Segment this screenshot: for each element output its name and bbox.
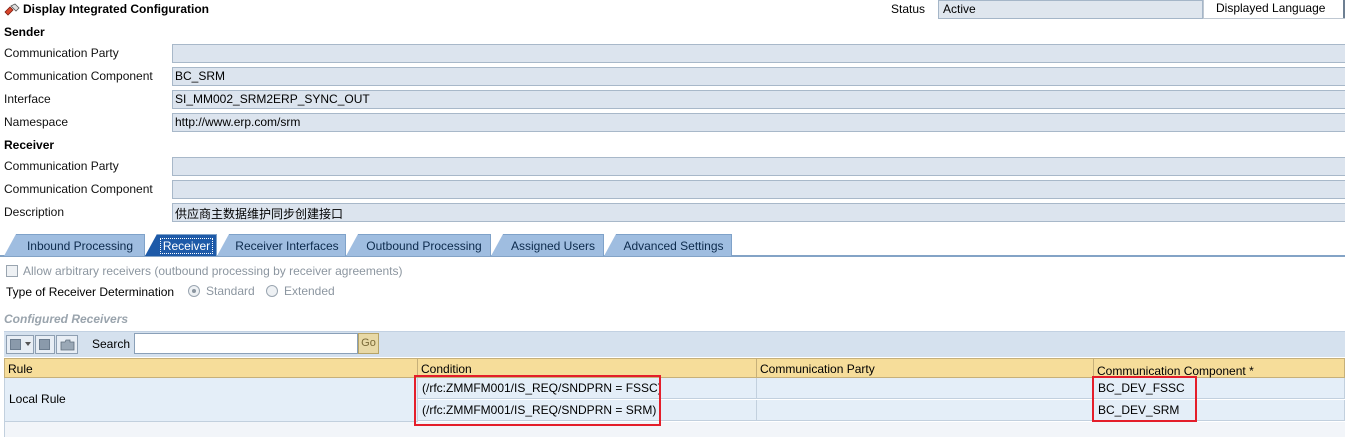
folder-icon: [60, 339, 75, 351]
allow-arbitrary-checkbox[interactable]: [6, 265, 18, 277]
receiver-party-label: Communication Party: [4, 159, 119, 173]
integrated-config-icon: [4, 3, 20, 17]
search-input[interactable]: [134, 333, 358, 354]
sender-party-label: Communication Party: [4, 46, 119, 60]
extended-radio[interactable]: [266, 285, 278, 297]
configured-receivers-title: Configured Receivers: [4, 312, 129, 326]
component-highlight-box: [1092, 376, 1197, 422]
sender-component-field: BC_SRM: [172, 67, 1345, 86]
sender-interface-label: Interface: [4, 92, 51, 106]
determination-type-label: Type of Receiver Determination: [6, 285, 175, 299]
sender-party-field: [172, 44, 1345, 63]
tab-receiver[interactable]: Receiver: [157, 234, 217, 256]
delete-row-button[interactable]: [35, 335, 55, 354]
sender-component-label: Communication Component: [4, 69, 153, 83]
sender-section-title: Sender: [4, 25, 45, 39]
receiver-component-label: Communication Component: [4, 182, 153, 196]
party-cell-1[interactable]: [757, 378, 1094, 399]
party-cell-2[interactable]: [757, 400, 1094, 421]
tab-inbound-edge: [4, 234, 16, 256]
receiver-section-title: Receiver: [4, 138, 55, 152]
tab-inbound-processing[interactable]: Inbound Processing: [16, 234, 145, 256]
tab-receiver-interfaces[interactable]: Receiver Interfaces: [229, 234, 346, 256]
open-folder-button[interactable]: [56, 335, 78, 354]
tab-assigned-users-edge: [491, 234, 503, 256]
description-field: 供应商主数据维护同步创建接口: [172, 203, 1345, 222]
insert-row-icon: [10, 339, 21, 350]
sender-namespace-field: http://www.erp.com/srm: [172, 113, 1345, 132]
receiver-component-field: [172, 180, 1345, 199]
receiver-party-field: [172, 157, 1345, 176]
tab-outbound-processing[interactable]: Outbound Processing: [358, 234, 491, 256]
standard-radio-label: Standard: [206, 284, 255, 298]
tab-outbound-edge: [346, 234, 358, 256]
search-label: Search: [92, 337, 131, 351]
displayed-language-label: Displayed Language: [1216, 1, 1326, 15]
tab-assigned-users[interactable]: Assigned Users: [503, 234, 604, 256]
column-header-communication-party[interactable]: Communication Party: [757, 358, 1094, 378]
go-button[interactable]: Go: [358, 333, 379, 354]
tab-receiver-edge: [145, 234, 157, 256]
table-empty-row: [4, 422, 1345, 437]
condition-highlight-box: [414, 375, 661, 426]
page-title: Display Integrated Configuration: [23, 2, 210, 16]
sender-namespace-label: Namespace: [4, 115, 69, 129]
dropdown-arrow-icon: [25, 342, 31, 346]
delete-row-icon: [39, 339, 50, 350]
displayed-language-field[interactable]: Displayed Language: [1203, 0, 1345, 19]
extended-radio-label: Extended: [284, 284, 335, 298]
insert-row-button[interactable]: [6, 335, 34, 354]
tab-advanced-edge: [604, 234, 616, 256]
status-label: Status: [891, 2, 926, 16]
rule-cell: Local Rule: [4, 378, 418, 422]
tab-advanced-settings[interactable]: Advanced Settings: [616, 234, 732, 256]
sender-interface-field: SI_MM002_SRM2ERP_SYNC_OUT: [172, 90, 1345, 109]
tab-receiver-interfaces-edge: [217, 234, 229, 256]
column-header-rule[interactable]: Rule: [4, 358, 418, 378]
allow-arbitrary-label: Allow arbitrary receivers (outbound proc…: [23, 264, 403, 278]
description-label: Description: [4, 205, 65, 219]
status-field: Active: [938, 0, 1203, 19]
standard-radio[interactable]: [188, 285, 200, 297]
column-header-communication-component[interactable]: Communication Component *: [1094, 358, 1345, 378]
